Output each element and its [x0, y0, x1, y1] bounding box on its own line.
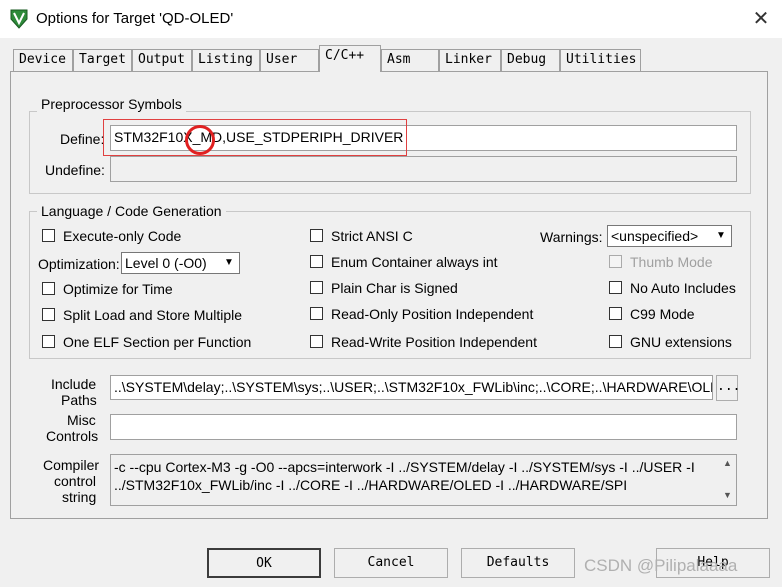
rwpi-label: Read-Write Position Independent — [331, 334, 537, 350]
warnings-select[interactable]: <unspecified> ▼ — [607, 225, 732, 247]
split-load-checkbox[interactable] — [42, 308, 55, 321]
define-label: Define: — [60, 131, 105, 147]
language-group-label: Language / Code Generation — [37, 203, 226, 219]
enum-int-label: Enum Container always int — [331, 254, 498, 270]
strict-ansi-label: Strict ANSI C — [331, 228, 413, 244]
plain-char-checkbox[interactable] — [310, 281, 323, 294]
watermark: CSDN @Pilipalaaaa — [584, 556, 738, 575]
compiler-string-line-1: -c --cpu Cortex-M3 -g -O0 --apcs=interwo… — [114, 459, 695, 475]
optimization-value: Level 0 (-O0) — [125, 255, 207, 271]
split-load-label: Split Load and Store Multiple — [63, 307, 242, 323]
ropi-checkbox[interactable] — [310, 307, 323, 320]
tab-listing[interactable]: Listing — [192, 49, 260, 71]
tab-device[interactable]: Device — [13, 49, 73, 71]
tab-asm[interactable]: Asm — [381, 49, 439, 71]
warnings-value: <unspecified> — [611, 228, 699, 244]
rwpi-checkbox[interactable] — [310, 335, 323, 348]
thumb-mode-checkbox[interactable] — [609, 255, 622, 268]
warnings-label: Warnings: — [540, 229, 603, 245]
misc-controls-input[interactable] — [110, 414, 737, 440]
keil-uvision-icon — [10, 9, 28, 29]
optimize-time-label: Optimize for Time — [63, 281, 173, 297]
tab-utilities[interactable]: Utilities — [560, 49, 641, 71]
controls-label: Controls — [46, 428, 99, 444]
gnu-extensions-label: GNU extensions — [630, 334, 732, 350]
c99-mode-checkbox[interactable] — [609, 307, 622, 320]
ropi-label: Read-Only Position Independent — [331, 306, 534, 322]
tab-output[interactable]: Output — [132, 49, 192, 71]
tab-user[interactable]: User — [260, 49, 319, 71]
tab-linker[interactable]: Linker — [439, 49, 501, 71]
tab-c-cpp[interactable]: C/C++ — [319, 45, 381, 72]
undefine-label: Undefine: — [45, 162, 105, 178]
one-elf-label: One ELF Section per Function — [63, 334, 252, 350]
optimization-select[interactable]: Level 0 (-O0) ▼ — [121, 252, 240, 274]
one-elf-checkbox[interactable] — [42, 335, 55, 348]
enum-int-checkbox[interactable] — [310, 255, 323, 268]
no-auto-includes-checkbox[interactable] — [609, 281, 622, 294]
tab-target[interactable]: Target — [73, 49, 132, 71]
include-paths-input[interactable]: ..\SYSTEM\delay;..\SYSTEM\sys;..\USER;..… — [110, 375, 713, 400]
c99-mode-label: C99 Mode — [630, 306, 695, 322]
execute-only-checkbox[interactable] — [42, 229, 55, 242]
thumb-mode-label: Thumb Mode — [630, 254, 713, 270]
compiler-string-line-2: ../STM32F10x_FWLib/inc -I ../CORE -I ../… — [114, 477, 628, 493]
undefine-input[interactable] — [110, 156, 737, 182]
optimize-time-checkbox[interactable] — [42, 282, 55, 295]
execute-only-label: Execute-only Code — [63, 228, 182, 244]
defaults-button[interactable]: Defaults — [461, 548, 575, 578]
highlight-box — [103, 119, 407, 156]
strict-ansi-checkbox[interactable] — [310, 229, 323, 242]
close-icon[interactable]: ✕ — [748, 6, 774, 32]
optimization-label: Optimization: — [38, 256, 120, 272]
string-label: string — [62, 489, 97, 505]
preprocessor-group-label: Preprocessor Symbols — [37, 96, 186, 112]
no-auto-includes-label: No Auto Includes — [630, 280, 736, 296]
compiler-string-box[interactable]: -c --cpu Cortex-M3 -g -O0 --apcs=interwo… — [110, 454, 737, 506]
window-title: Options for Target 'QD-OLED' — [36, 10, 234, 27]
dropdown-arrow-icon: ▼ — [712, 227, 730, 245]
highlight-circle — [185, 125, 215, 155]
scroll-down-icon[interactable]: ▼ — [719, 487, 736, 504]
ok-button[interactable]: OK — [207, 548, 321, 578]
compiler-scrollbar[interactable]: ▲ ▼ — [719, 455, 736, 505]
plain-char-label: Plain Char is Signed — [331, 280, 458, 296]
gnu-extensions-checkbox[interactable] — [609, 335, 622, 348]
tab-debug[interactable]: Debug — [501, 49, 560, 71]
dropdown-arrow-icon: ▼ — [220, 254, 238, 272]
scroll-up-icon[interactable]: ▲ — [719, 455, 736, 472]
include-browse-button[interactable]: ... — [716, 375, 740, 401]
paths-label: Paths — [61, 392, 97, 408]
cancel-button[interactable]: Cancel — [334, 548, 448, 578]
